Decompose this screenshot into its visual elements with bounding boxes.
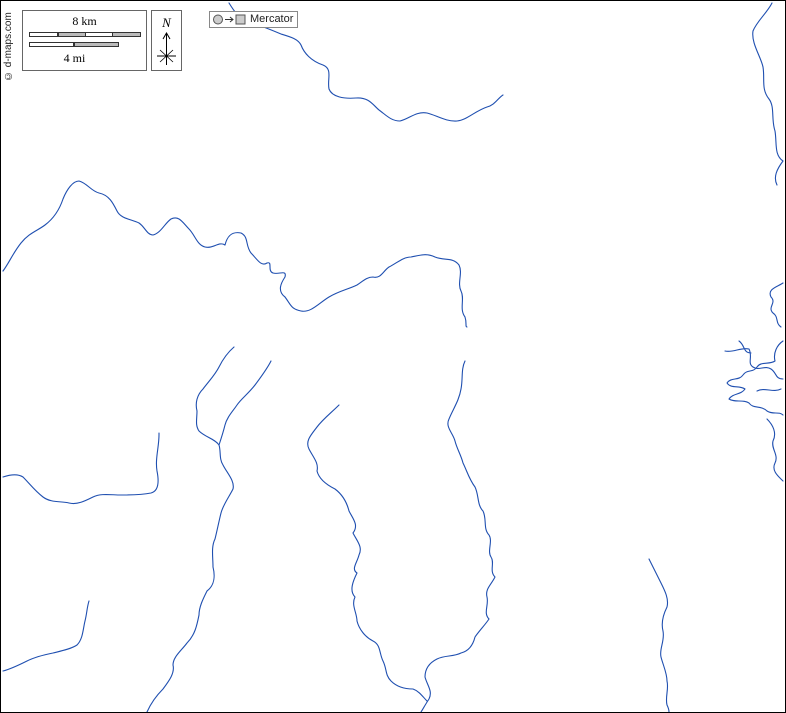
- river-right-upper: [752, 2, 784, 186]
- scale-km-bar-segment-4: [112, 32, 141, 37]
- scale-mi-label: 4 mi: [63, 51, 86, 65]
- river-south-west: [2, 600, 90, 672]
- credit-text: © d-maps.com: [3, 12, 14, 81]
- river-west-tributary: [218, 360, 272, 446]
- projection-indicator: Mercator: [209, 11, 298, 28]
- scale-bar: 8 km 4 mi: [22, 10, 147, 71]
- globe-to-map-projection-icon: [213, 14, 246, 25]
- scale-km-bar-segment-3: [85, 32, 114, 37]
- rivers-layer: [2, 2, 784, 712]
- scale-km-bar-segment-1: [29, 32, 58, 37]
- projection-label: Mercator: [250, 13, 294, 25]
- river-south-east: [648, 558, 670, 712]
- river-west-loop: [2, 432, 160, 505]
- river-south-long: [420, 360, 496, 712]
- river-middle: [2, 180, 468, 328]
- river-east-delta: [724, 282, 784, 482]
- river-west-middle: [146, 346, 235, 712]
- scale-km-label: 8 km: [72, 14, 97, 28]
- scale-mi-bar-segment-2: [74, 42, 119, 47]
- scale-km-bar-segment-2: [58, 32, 87, 37]
- map-canvas[interactable]: © d-maps.com 8 km 4 mi N Mercator: [0, 0, 786, 713]
- scale-mi-bar-segment-1: [29, 42, 74, 47]
- compass-rose-icon: [157, 32, 176, 65]
- river-south-middle: [307, 404, 428, 702]
- north-arrow: N: [151, 10, 182, 71]
